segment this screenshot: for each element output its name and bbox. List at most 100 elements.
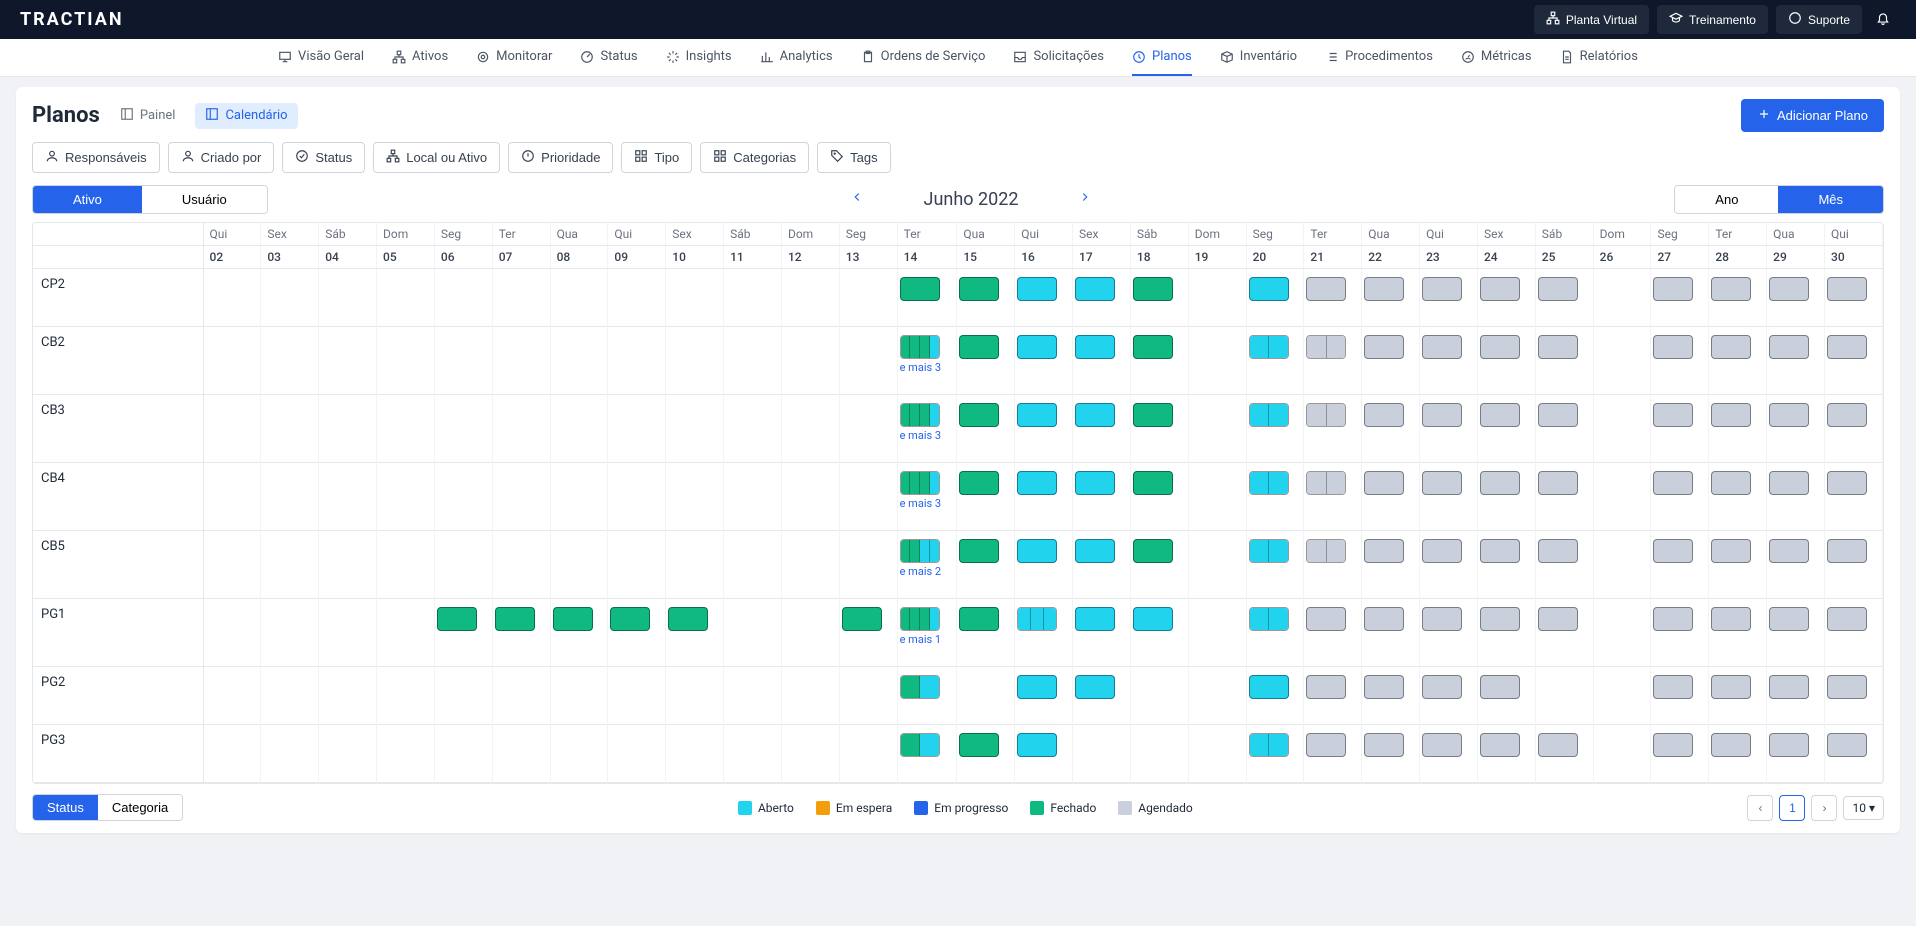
plan-cell[interactable]	[1422, 539, 1462, 563]
bell-icon[interactable]	[1870, 10, 1896, 29]
plan-cell[interactable]	[1017, 403, 1057, 427]
plan-cell[interactable]	[1480, 733, 1520, 757]
filter-categorias-button[interactable]: Categorias	[700, 142, 809, 173]
plan-cell[interactable]	[553, 607, 593, 631]
plan-cell-split[interactable]	[1017, 607, 1057, 631]
plan-cell[interactable]	[1769, 675, 1809, 699]
segment-user-button[interactable]: Usuário	[142, 186, 267, 213]
nav-item-métricas[interactable]: Métricas	[1461, 39, 1532, 76]
plan-cell[interactable]	[495, 607, 535, 631]
plan-cell[interactable]	[1480, 471, 1520, 495]
plan-cell[interactable]	[1306, 733, 1346, 757]
plan-cell[interactable]	[1249, 675, 1289, 699]
plan-cell-split[interactable]	[900, 733, 940, 757]
plan-cell[interactable]	[1653, 607, 1693, 631]
plan-cell[interactable]	[1827, 277, 1867, 301]
view-panel-button[interactable]: Painel	[110, 103, 186, 129]
page-size-select[interactable]: 10 ▾	[1843, 796, 1884, 820]
plan-cell[interactable]	[1653, 675, 1693, 699]
plan-cell[interactable]	[1133, 607, 1173, 631]
plan-cell[interactable]	[1364, 733, 1404, 757]
support-button[interactable]: Suporte	[1776, 5, 1862, 34]
plan-cell[interactable]	[1827, 607, 1867, 631]
plan-cell[interactable]	[1364, 277, 1404, 301]
plan-cell-split[interactable]	[1306, 403, 1346, 427]
plan-cell[interactable]	[1480, 403, 1520, 427]
plan-cell[interactable]	[1017, 335, 1057, 359]
page-prev-button[interactable]: ‹	[1747, 795, 1773, 821]
filter-tags-button[interactable]: Tags	[817, 142, 890, 173]
plan-cell[interactable]	[959, 733, 999, 757]
plan-cell[interactable]	[1306, 607, 1346, 631]
filter-tipo-button[interactable]: Tipo	[621, 142, 692, 173]
segment-year-button[interactable]: Ano	[1675, 186, 1778, 213]
plan-cell[interactable]	[1711, 675, 1751, 699]
plan-cell[interactable]	[1133, 277, 1173, 301]
plan-cell[interactable]	[1133, 335, 1173, 359]
plan-cell[interactable]	[1711, 733, 1751, 757]
nav-item-monitorar[interactable]: Monitorar	[476, 39, 552, 76]
plan-cell[interactable]	[959, 471, 999, 495]
plan-cell[interactable]	[959, 403, 999, 427]
plan-cell-split[interactable]	[1249, 733, 1289, 757]
plan-cell[interactable]	[1480, 539, 1520, 563]
plan-cell[interactable]	[1075, 277, 1115, 301]
plan-cell[interactable]	[1017, 277, 1057, 301]
plan-cell[interactable]	[1075, 675, 1115, 699]
more-link[interactable]: e mais 3	[900, 429, 955, 442]
plan-cell[interactable]	[1133, 539, 1173, 563]
nav-item-status[interactable]: Status	[580, 39, 637, 76]
plan-cell[interactable]	[1827, 733, 1867, 757]
plan-cell-split[interactable]	[900, 471, 940, 495]
plan-cell[interactable]	[1422, 607, 1462, 631]
segment-asset-button[interactable]: Ativo	[33, 186, 142, 213]
plan-cell[interactable]	[959, 335, 999, 359]
plan-cell-split[interactable]	[900, 675, 940, 699]
more-link[interactable]: e mais 2	[900, 565, 955, 578]
plan-cell[interactable]	[1653, 471, 1693, 495]
plan-cell[interactable]	[1133, 471, 1173, 495]
plan-cell[interactable]	[1711, 539, 1751, 563]
plan-cell[interactable]	[1364, 539, 1404, 563]
plan-cell-split[interactable]	[900, 403, 940, 427]
plan-cell[interactable]	[1653, 539, 1693, 563]
plan-cell[interactable]	[1827, 471, 1867, 495]
plan-cell[interactable]	[1538, 471, 1578, 495]
nav-item-ativos[interactable]: Ativos	[392, 39, 448, 76]
plan-cell-split[interactable]	[1306, 471, 1346, 495]
nav-item-relatórios[interactable]: Relatórios	[1560, 39, 1638, 76]
plan-cell[interactable]	[1306, 277, 1346, 301]
plan-cell[interactable]	[1769, 733, 1809, 757]
nav-item-visão-geral[interactable]: Visão Geral	[278, 39, 364, 76]
nav-item-insights[interactable]: Insights	[666, 39, 732, 76]
footer-status-button[interactable]: Status	[33, 795, 98, 820]
plan-cell[interactable]	[1711, 471, 1751, 495]
page-current-button[interactable]: 1	[1779, 795, 1805, 821]
virtual-plant-button[interactable]: Planta Virtual	[1534, 5, 1649, 34]
plan-cell[interactable]	[1480, 335, 1520, 359]
plan-cell[interactable]	[1364, 675, 1404, 699]
nav-item-ordens-de-serviço[interactable]: Ordens de Serviço	[861, 39, 986, 76]
plan-cell-split[interactable]	[900, 607, 940, 631]
plan-cell[interactable]	[1249, 277, 1289, 301]
plan-cell[interactable]	[1017, 471, 1057, 495]
plan-cell[interactable]	[1653, 335, 1693, 359]
plan-cell[interactable]	[842, 607, 882, 631]
plan-cell[interactable]	[1538, 277, 1578, 301]
nav-item-inventário[interactable]: Inventário	[1220, 39, 1297, 76]
nav-item-analytics[interactable]: Analytics	[760, 39, 833, 76]
footer-category-button[interactable]: Categoria	[98, 795, 182, 820]
training-button[interactable]: Treinamento	[1657, 5, 1768, 34]
nav-item-planos[interactable]: Planos	[1132, 39, 1192, 76]
plan-cell-split[interactable]	[1249, 403, 1289, 427]
plan-cell[interactable]	[1769, 277, 1809, 301]
more-link[interactable]: e mais 3	[900, 361, 955, 374]
plan-cell[interactable]	[1364, 607, 1404, 631]
plan-cell[interactable]	[1711, 607, 1751, 631]
plan-cell[interactable]	[1422, 733, 1462, 757]
plan-cell[interactable]	[1422, 403, 1462, 427]
plan-cell[interactable]	[1480, 277, 1520, 301]
plan-cell[interactable]	[437, 607, 477, 631]
plan-cell[interactable]	[1538, 733, 1578, 757]
segment-month-button[interactable]: Mês	[1778, 186, 1883, 213]
